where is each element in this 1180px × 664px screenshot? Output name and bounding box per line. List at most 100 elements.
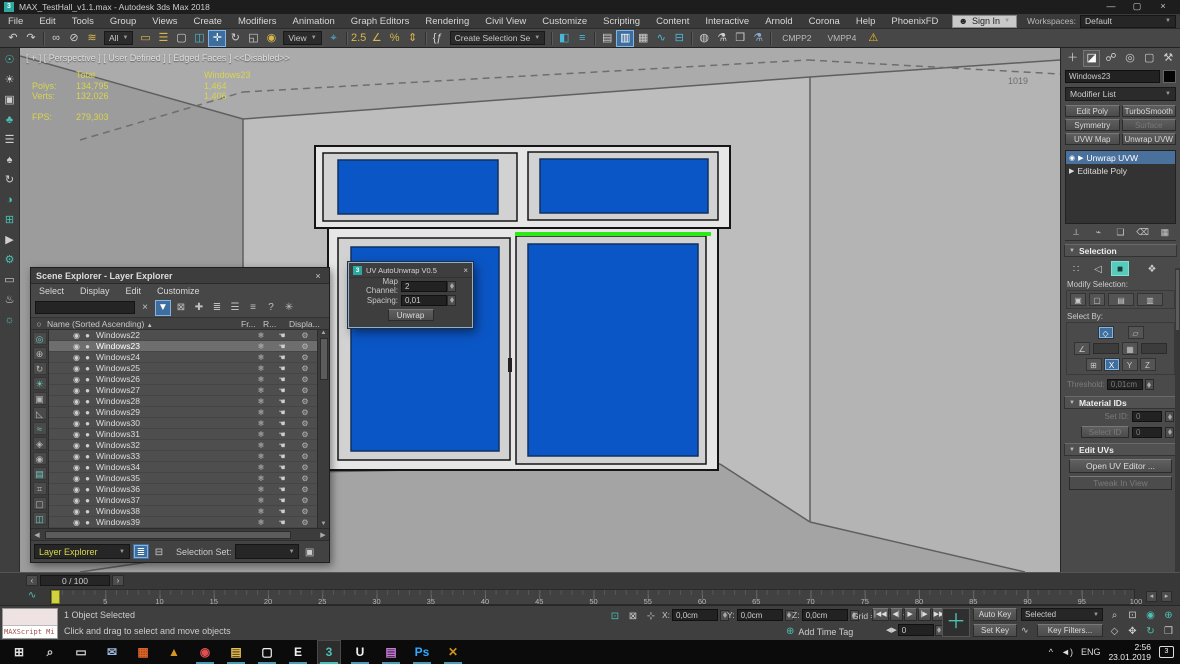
browser-icon[interactable]: ◉: [193, 640, 217, 664]
edit-uvs-rollout-header[interactable]: ▼ Edit UVs: [1064, 443, 1177, 456]
photoshop-icon[interactable]: Ps: [410, 640, 434, 664]
daz-icon[interactable]: ✕: [441, 640, 465, 664]
threshold-field[interactable]: 0,01cm: [1107, 379, 1143, 390]
layer-row-windows29[interactable]: ◉●Windows29❄☚⚙: [49, 407, 317, 418]
named-sets-dropdown[interactable]: Create Selection Se▼: [450, 31, 546, 45]
grow-selection-icon[interactable]: ▣: [1070, 293, 1086, 306]
select-and-rotate-icon[interactable]: ↻: [226, 30, 244, 47]
eye-icon[interactable]: ◉: [71, 342, 82, 351]
freeze-icon[interactable]: ❄: [251, 430, 271, 439]
viewport-label[interactable]: [ + ] [ Perspective ] [ User Defined ] […: [26, 53, 290, 63]
display-containers-icon[interactable]: ▢: [33, 497, 47, 510]
display-all-icon[interactable]: ◎: [33, 332, 47, 345]
hand-icon[interactable]: ☚: [271, 408, 293, 417]
selection-set-dropdown[interactable]: ▼: [235, 544, 299, 559]
bind-to-space-warp-icon[interactable]: ≋: [83, 30, 101, 47]
y-axis-button[interactable]: Y: [1122, 358, 1138, 371]
select-by-matid-icon[interactable]: ▦: [1122, 342, 1138, 355]
freeze-icon[interactable]: ❄: [251, 342, 271, 351]
gear-icon[interactable]: ⚙: [293, 441, 317, 450]
z-axis-button[interactable]: Z: [1140, 358, 1156, 371]
hierarchy-view-icon[interactable]: ⊟: [151, 544, 167, 559]
menu-corona[interactable]: Corona: [801, 14, 848, 28]
tweak-in-view-button[interactable]: Tweak In View: [1069, 476, 1172, 490]
freeze-icon[interactable]: ❄: [251, 463, 271, 472]
layer-row-windows25[interactable]: ◉●Windows25❄☚⚙: [49, 363, 317, 374]
layer-row-windows38[interactable]: ◉●Windows38❄☚⚙: [49, 506, 317, 517]
show-end-result-icon[interactable]: ⌁: [1091, 227, 1105, 238]
display-materials-icon[interactable]: ▤: [33, 467, 47, 480]
maxscript-mini-listener[interactable]: MAXScript Mi: [2, 608, 58, 639]
large-plus-button[interactable]: ＋: [942, 608, 970, 637]
expand-arrow-icon[interactable]: ▶: [1069, 167, 1074, 175]
explorer-menu-edit[interactable]: Edit: [118, 284, 150, 299]
display-groups-icon[interactable]: ◈: [33, 437, 47, 450]
expand-arrow-icon[interactable]: ▶: [1078, 154, 1083, 162]
start-button[interactable]: ⊞: [7, 640, 31, 664]
eye-icon[interactable]: ◉: [71, 485, 82, 494]
x-coordinate-field[interactable]: 0,0cm: [672, 609, 718, 621]
zoom-window-icon[interactable]: ⊡: [1124, 608, 1141, 623]
percent-snap-icon[interactable]: %: [386, 30, 404, 47]
curve-editor-icon[interactable]: ∿: [652, 30, 670, 47]
file-explorer-icon[interactable]: ▤: [224, 640, 248, 664]
shrink-selection-icon[interactable]: ▢: [1089, 293, 1105, 306]
play-clip-icon[interactable]: ▶: [2, 232, 18, 248]
menu-customize[interactable]: Customize: [534, 14, 595, 28]
menu-animation[interactable]: Animation: [285, 14, 343, 28]
search-input[interactable]: [35, 301, 135, 314]
snaps-toggle-icon[interactable]: 2.5: [350, 30, 368, 47]
eye-icon[interactable]: ◉: [71, 507, 82, 516]
utilities-tab[interactable]: ⚒: [1160, 50, 1177, 67]
gear-icon[interactable]: ⚙: [293, 342, 317, 351]
gear-icon[interactable]: ⚙: [293, 430, 317, 439]
lock-selection-icon[interactable]: ⊠: [626, 610, 640, 623]
spinner-snap-icon[interactable]: ⇕: [404, 30, 422, 47]
teapot-icon[interactable]: ♨: [2, 292, 18, 308]
isolate-selection-icon[interactable]: ⊡: [608, 610, 622, 623]
hand-icon[interactable]: ☚: [271, 474, 293, 483]
menu-interactive[interactable]: Interactive: [697, 14, 757, 28]
open-uv-editor-button[interactable]: Open UV Editor ...: [1069, 459, 1172, 473]
make-unique-icon[interactable]: ❏: [1113, 227, 1127, 238]
display-xrefs-icon[interactable]: ◉: [33, 452, 47, 465]
select-by-angle-icon[interactable]: ∠: [1074, 342, 1090, 355]
hand-icon[interactable]: ☚: [271, 331, 293, 340]
modifier-button-turbosmooth[interactable]: TurboSmooth: [1122, 105, 1177, 117]
plane-icon[interactable]: ▭: [2, 272, 18, 288]
time-scrubber[interactable]: [51, 590, 60, 604]
frame-step-icon[interactable]: ◀▶: [886, 626, 897, 634]
clear-search-icon[interactable]: ×: [137, 300, 153, 316]
eye-icon[interactable]: ◉: [71, 397, 82, 406]
hand-icon[interactable]: ☚: [271, 507, 293, 516]
flatten-layers-icon[interactable]: ≡: [245, 300, 261, 316]
close-button[interactable]: ×: [1150, 0, 1176, 14]
explorer-menu-select[interactable]: Select: [31, 284, 72, 299]
element-mode-icon[interactable]: ❖: [1143, 261, 1161, 276]
selection-column-icon[interactable]: ○: [31, 319, 47, 329]
freeze-icon[interactable]: ❄: [251, 496, 271, 505]
toggle-layer-explorer-icon[interactable]: ▥: [616, 30, 634, 47]
modify-tab[interactable]: ◪: [1083, 50, 1100, 67]
freeze-icon[interactable]: ❄: [251, 364, 271, 373]
coordinate-display-icon[interactable]: ⊹: [644, 610, 658, 623]
dialog-titlebar[interactable]: 3 UV AutoUnwrap V0.5 ×: [349, 263, 472, 278]
unwrap-button[interactable]: Unwrap: [388, 309, 434, 321]
menu-phoenixfd[interactable]: PhoenixFD: [883, 14, 946, 28]
modifier-button-edit-poly[interactable]: Edit Poly: [1065, 105, 1120, 117]
gear-icon[interactable]: ⚙: [293, 507, 317, 516]
gear-icon[interactable]: ⚙: [293, 331, 317, 340]
set-id-spinner[interactable]: [1165, 411, 1174, 422]
maximize-button[interactable]: ▢: [1124, 0, 1150, 14]
scene-explorer-titlebar[interactable]: Scene Explorer - Layer Explorer ×: [31, 268, 329, 284]
calendar-icon[interactable]: ▦: [131, 640, 155, 664]
menu-graph-editors[interactable]: Graph Editors: [343, 14, 418, 28]
schematic-view-icon[interactable]: ⊟: [670, 30, 688, 47]
gear-icon[interactable]: ⚙: [293, 463, 317, 472]
filter-icon[interactable]: ▼: [155, 300, 171, 316]
light-icon[interactable]: ☉: [2, 52, 18, 68]
layer-row-windows36[interactable]: ◉●Windows36❄☚⚙: [49, 484, 317, 495]
volume-icon[interactable]: ◄): [1061, 647, 1073, 657]
freeze-icon[interactable]: ❄: [251, 518, 271, 527]
set-key-button[interactable]: Set Key: [973, 624, 1017, 637]
